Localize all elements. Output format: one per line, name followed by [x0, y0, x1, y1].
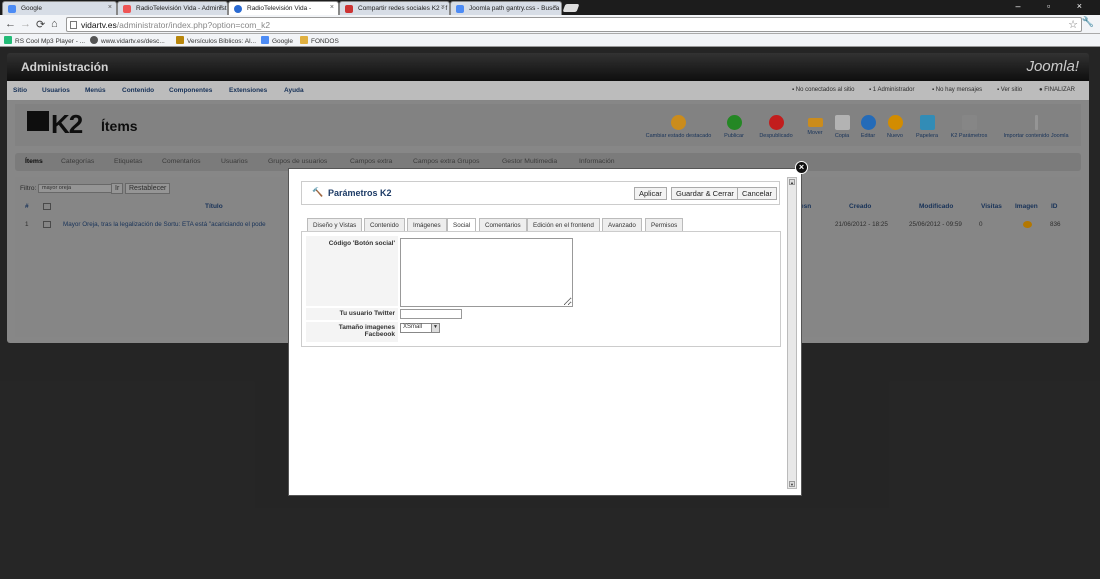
- forum-favicon-icon: [345, 5, 353, 13]
- apply-button[interactable]: Aplicar: [634, 187, 667, 200]
- tab-advanced[interactable]: Avanzado: [602, 218, 642, 231]
- bookmark-item[interactable]: Versículos Bíblicos: Al...: [176, 36, 256, 45]
- browser-tab-site[interactable]: RadioTelevisión Vida - ×: [228, 1, 339, 15]
- reload-icon[interactable]: ⟳: [36, 18, 45, 31]
- tab-comments[interactable]: Comentarios: [479, 218, 527, 231]
- scroll-down-arrow-icon[interactable]: ▼: [789, 481, 795, 487]
- tab-label: Compartir redes sociales K2 - f: [358, 5, 448, 12]
- tab-social[interactable]: Social: [447, 218, 477, 232]
- scroll-up-arrow-icon[interactable]: ▲: [789, 179, 795, 185]
- page-icon: [70, 21, 77, 29]
- save-close-button[interactable]: Guardar & Cerrar: [671, 187, 739, 200]
- browser-toolbar: ← → ⟳ ⌂ vidartv.es/administrator/index.p…: [0, 15, 1100, 34]
- browser-tab-forum[interactable]: Compartir redes sociales K2 - f ×: [339, 1, 450, 15]
- screen: Google × RadioTelevisión Vida - Administ…: [0, 0, 1100, 579]
- bookmark-icon: [4, 36, 12, 44]
- tab-label: Joomla path gantry.css - Busca: [469, 5, 560, 12]
- new-tab-button[interactable]: [562, 4, 580, 12]
- tab-close-icon[interactable]: ×: [553, 4, 557, 11]
- bookmark-star-icon[interactable]: ☆: [1068, 18, 1078, 31]
- tab-label: RadioTelevisión Vida -: [247, 5, 312, 12]
- facebook-image-size-label: Tamaño imagenes Facbeook: [338, 324, 395, 338]
- twitter-username-input[interactable]: [400, 309, 462, 319]
- google-favicon-icon: [8, 5, 16, 13]
- facebook-image-size-select[interactable]: XSmall ▼: [400, 323, 440, 333]
- tab-label: RadioTelevisión Vida - Administ: [136, 5, 227, 12]
- tab-close-icon[interactable]: ×: [441, 4, 445, 11]
- tab-images[interactable]: Imágenes: [407, 218, 447, 231]
- cancel-button[interactable]: Cancelar: [737, 187, 778, 200]
- bookmark-item[interactable]: Google: [261, 36, 293, 45]
- social-button-label: Código 'Botón social': [328, 240, 395, 247]
- modal-header: 🔨 Parámetros K2 Aplicar Guardar & Cerrar…: [301, 181, 780, 205]
- bookmarks-bar: RS Cool Mp3 Player - ... www.vidartv.es/…: [0, 34, 1100, 47]
- url-path: /administrator/index.php?option=com_k2: [116, 20, 271, 30]
- bookmark-item[interactable]: www.vidartv.es/desc...: [90, 36, 165, 45]
- globe-icon: [90, 36, 98, 44]
- tab-permissions[interactable]: Permisos: [645, 218, 684, 231]
- bookmark-icon: [176, 36, 184, 44]
- modal-scrollbar[interactable]: ▲ ▼: [787, 177, 797, 489]
- social-tab-panel: Código 'Botón social' Tu usuario Twitter…: [301, 231, 781, 347]
- twitter-username-label: Tu usuario Twitter: [339, 310, 395, 317]
- modal-title: Parámetros K2: [328, 188, 392, 198]
- chevron-down-icon: ▼: [431, 324, 439, 332]
- joomla-favicon-icon: [123, 5, 131, 13]
- browser-tab-search[interactable]: Joomla path gantry.css - Busca ×: [450, 1, 562, 15]
- wrench-icon[interactable]: 🔧: [1082, 17, 1094, 28]
- browser-tab-strip: Google × RadioTelevisión Vida - Administ…: [0, 0, 1100, 15]
- home-icon[interactable]: ⌂: [51, 18, 58, 30]
- forward-icon[interactable]: →: [20, 18, 31, 30]
- google-favicon-icon: [456, 5, 464, 13]
- tab-frontend-editing[interactable]: Edición en el frontend: [527, 218, 600, 231]
- browser-tab-google[interactable]: Google ×: [2, 1, 117, 15]
- url-host: vidartv.es: [81, 20, 117, 30]
- tab-content[interactable]: Contenido: [364, 218, 405, 231]
- site-favicon-icon: [234, 5, 242, 13]
- google-favicon-icon: [261, 36, 269, 44]
- browser-tab-admin[interactable]: RadioTelevisión Vida - Administ ×: [117, 1, 228, 15]
- tab-label: Google: [21, 5, 42, 12]
- window-controls[interactable]: – ▫ ×: [1016, 1, 1094, 11]
- tab-close-icon[interactable]: ×: [330, 4, 334, 11]
- bookmark-folder[interactable]: FONDOS: [300, 36, 339, 45]
- back-icon[interactable]: ←: [5, 18, 16, 30]
- k2-params-modal: 🔨 Parámetros K2 Aplicar Guardar & Cerrar…: [288, 168, 802, 496]
- address-bar[interactable]: vidartv.es/administrator/index.php?optio…: [66, 17, 1082, 32]
- tab-close-icon[interactable]: ×: [108, 4, 112, 11]
- wrench-icon: 🔨: [312, 187, 324, 197]
- bookmark-item[interactable]: RS Cool Mp3 Player - ...: [4, 36, 85, 45]
- tab-close-icon[interactable]: ×: [219, 4, 223, 11]
- social-button-textarea[interactable]: [400, 238, 573, 307]
- folder-icon: [300, 36, 308, 44]
- tab-layout-views[interactable]: Diseño y Vistas: [307, 218, 363, 231]
- modal-close-button[interactable]: ×: [795, 161, 808, 174]
- admin-page: Administración Joomla! Sitio Usuarios Me…: [0, 47, 1100, 579]
